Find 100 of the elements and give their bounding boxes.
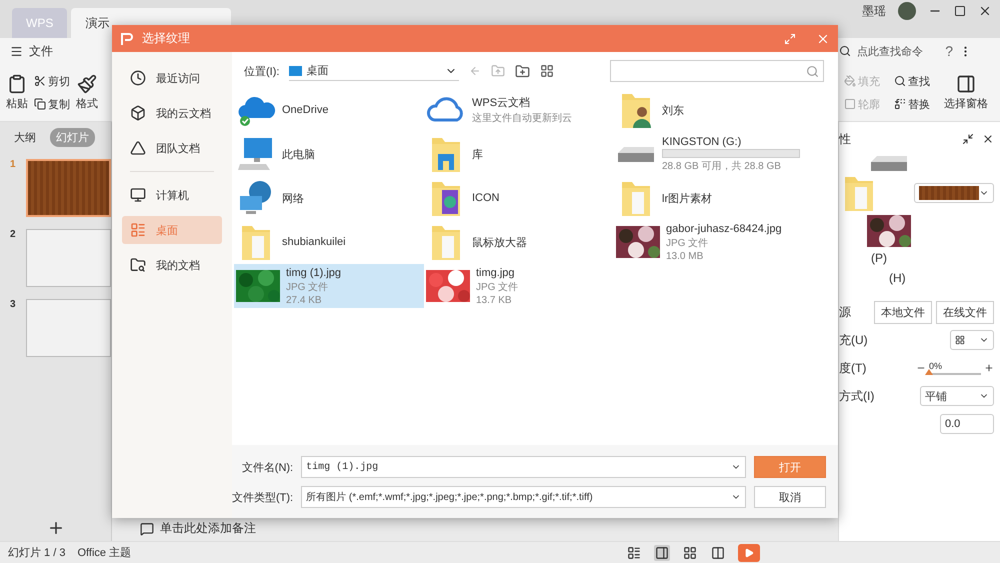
scissors-icon	[34, 75, 46, 87]
play-button[interactable]	[738, 544, 760, 562]
play-icon	[744, 548, 754, 558]
sidebar-item[interactable]: 我的文档	[122, 251, 222, 279]
filetype-label: 文件类型(T):	[232, 490, 294, 504]
panel-tab[interactable]: 大纲	[8, 128, 42, 147]
location-label: 位置(I):	[244, 64, 280, 78]
ribbon-button[interactable]: 查找	[892, 72, 932, 90]
new-folder-icon[interactable]	[515, 64, 530, 78]
file-item[interactable]: timg.jpg JPG 文件 13.7 KB	[424, 264, 614, 308]
file-item[interactable]: timg (1).jpg JPG 文件 27.4 KB	[234, 264, 424, 308]
file-item[interactable]: lr图片素材	[614, 176, 804, 220]
copy-icon	[34, 98, 46, 110]
location-select[interactable]: 桌面	[289, 61, 460, 81]
folder-search-icon	[130, 257, 146, 273]
drive-icon	[871, 156, 907, 171]
desktop-icon	[130, 222, 146, 238]
fill-label: 充(U)	[839, 332, 868, 348]
file-item[interactable]: WPS云文档 这里文件自动更新到云	[424, 88, 614, 132]
panel-icon	[956, 74, 976, 94]
search-icon	[806, 64, 819, 78]
mode-select[interactable]: 平铺	[920, 386, 994, 406]
file-item[interactable]: KINGSTON (G:) 28.8 GB 可用，共 28.8 GB	[614, 132, 804, 176]
sidebar-item[interactable]: 我的云文档	[122, 99, 222, 127]
filename-label: 文件名(N):	[242, 460, 294, 474]
ribbon-button[interactable]: 替换	[892, 94, 932, 114]
grid-icon	[955, 335, 965, 345]
slide-number: 3	[10, 299, 17, 310]
notes-view-icon[interactable]	[627, 546, 641, 560]
ribbon-button[interactable]: 复制	[32, 94, 72, 114]
cancel-button[interactable]: 取消	[754, 486, 826, 508]
file-item[interactable]: 刘东	[614, 88, 804, 132]
close-icon[interactable]	[982, 133, 994, 145]
search-icon	[894, 75, 906, 87]
slide-number: 2	[10, 229, 17, 240]
ribbon-button[interactable]: 选择窗格	[942, 72, 990, 113]
slide-thumbnail[interactable]	[26, 229, 111, 287]
texture-swatch	[919, 186, 979, 200]
source-button[interactable]: 在线文件	[936, 300, 994, 324]
menu-icon[interactable]	[10, 44, 23, 58]
sidebar-item[interactable]: 计算机	[122, 181, 222, 209]
ribbon-button[interactable]: 格式	[74, 72, 100, 113]
status-text: 幻灯片 1 / 3	[8, 546, 66, 560]
pane-label: (H)	[888, 271, 907, 285]
fill-select[interactable]	[950, 330, 994, 350]
mode-label: 方式(I)	[839, 388, 874, 404]
ribbon-button[interactable]: 剪切	[32, 72, 72, 90]
offset-field[interactable]: 0.0	[940, 414, 994, 434]
transparency-label: 度(T)	[839, 360, 866, 376]
triangle-icon	[130, 140, 146, 156]
reading-view-icon[interactable]	[711, 546, 725, 560]
square-icon	[844, 98, 856, 110]
user-name: 墨瑶	[862, 2, 886, 20]
maximize-icon[interactable]	[954, 5, 966, 17]
location-text: 桌面	[306, 64, 328, 78]
monitor-icon	[130, 187, 146, 203]
file-item[interactable]: 库	[424, 132, 614, 176]
drive-icon	[618, 146, 654, 162]
collapse-icon[interactable]	[962, 133, 974, 145]
replace-icon	[894, 98, 906, 110]
slide-thumbnail[interactable]	[26, 159, 111, 217]
transparency-value: 0%	[929, 361, 944, 371]
view-icon[interactable]	[540, 64, 554, 78]
clipboard-icon	[7, 74, 27, 94]
pane-title: 性	[839, 130, 851, 148]
desktop-icon	[289, 66, 302, 76]
command-search[interactable]: 点此查找命令	[857, 44, 924, 58]
sidebar-item[interactable]: 最近访问	[122, 64, 222, 92]
file-item[interactable]: 鼠标放大器	[424, 220, 614, 264]
file-item[interactable]: shubiankuilei	[234, 220, 424, 264]
search-field[interactable]	[610, 60, 824, 82]
close-icon[interactable]	[978, 4, 992, 18]
file-item[interactable]: 此电脑	[234, 132, 424, 176]
brush-icon	[77, 74, 97, 94]
source-label: 源	[839, 304, 851, 320]
file-item[interactable]: OneDrive	[234, 88, 424, 132]
file-menu[interactable]: 文件	[29, 42, 53, 60]
file-item[interactable]: 网络	[234, 176, 424, 220]
help-link[interactable]: ?	[945, 43, 953, 59]
sidebar-item[interactable]: 团队文档	[122, 134, 222, 162]
avatar[interactable]	[898, 2, 916, 20]
app-logo	[120, 32, 134, 46]
file-item[interactable]: gabor-juhasz-68424.jpg JPG 文件 13.0 MB	[614, 220, 804, 264]
sorter-view-icon[interactable]	[683, 546, 697, 560]
notes-placeholder[interactable]: 单击此处添加备注	[160, 520, 256, 537]
search-icon[interactable]	[839, 45, 852, 57]
filetype-select[interactable]: 所有图片 (*.emf;*.wmf;*.jpg;*.jpeg;*.jpe;*.png;*.bmp;*.gif;*.tif;*.tiff)	[301, 486, 746, 508]
file-item[interactable]: ICON	[424, 176, 614, 220]
texture-select[interactable]	[914, 183, 994, 203]
source-button[interactable]: 本地文件	[874, 300, 932, 324]
pane-label: (P)	[870, 251, 888, 265]
normal-view-icon[interactable]	[655, 546, 669, 560]
ribbon-button[interactable]: 粘贴	[4, 72, 30, 113]
slider-thumb[interactable]	[925, 369, 933, 375]
filename-field[interactable]: timg (1).jpg	[301, 456, 746, 478]
paint-bucket-icon	[844, 75, 856, 87]
cube-icon	[130, 105, 146, 121]
plus-icon[interactable]	[984, 363, 994, 373]
slide-thumbnail[interactable]	[26, 299, 111, 357]
note-icon	[140, 522, 154, 536]
